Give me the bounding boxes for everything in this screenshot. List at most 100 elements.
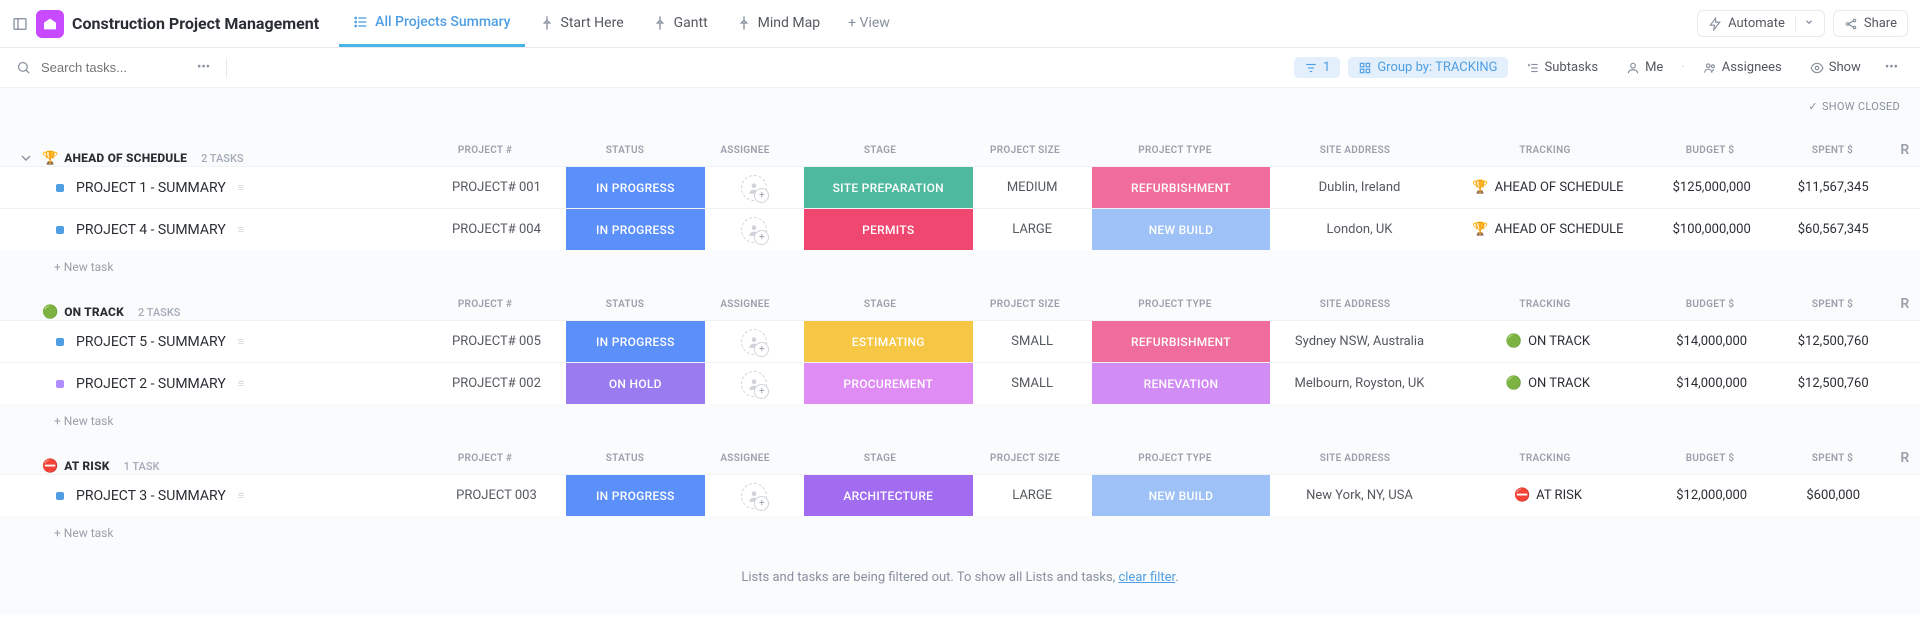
site-cell[interactable]: Dublin, Ireland xyxy=(1270,167,1449,208)
table-row[interactable]: PROJECT 3 - SUMMARY ≡ PROJECT 003 IN PRO… xyxy=(0,474,1920,516)
project-number[interactable]: PROJECT# 005 xyxy=(427,321,566,362)
col-size[interactable]: PROJECT SIZE xyxy=(965,453,1085,464)
tracking-cell[interactable]: 🟢ON TRACK xyxy=(1449,363,1647,404)
more-icon[interactable]: ••• xyxy=(191,60,216,75)
col-tracking[interactable]: TRACKING xyxy=(1445,453,1645,464)
col-r[interactable]: R xyxy=(1890,142,1920,158)
tracking-cell[interactable]: 🏆AHEAD OF SCHEDULE xyxy=(1449,167,1647,208)
tracking-cell[interactable]: 🏆AHEAD OF SCHEDULE xyxy=(1449,209,1647,250)
clear-filter-link[interactable]: clear filter xyxy=(1118,570,1175,585)
task-name[interactable]: PROJECT 2 - SUMMARY xyxy=(76,376,226,392)
col-budget[interactable]: BUDGET $ xyxy=(1645,453,1775,464)
add-assignee-icon[interactable] xyxy=(741,371,767,397)
col-size[interactable]: PROJECT SIZE xyxy=(965,299,1085,310)
col-size[interactable]: PROJECT SIZE xyxy=(965,145,1085,156)
chevron-down-icon[interactable] xyxy=(1795,16,1814,31)
me-pill[interactable]: Me xyxy=(1616,57,1673,78)
status-cell[interactable]: IN PROGRESS xyxy=(566,209,705,250)
add-assignee-icon[interactable] xyxy=(741,483,767,509)
assignees-pill[interactable]: Assignees xyxy=(1693,57,1792,78)
stage-cell[interactable]: ESTIMATING xyxy=(804,321,973,362)
col-project[interactable]: PROJECT # xyxy=(415,299,555,310)
stage-cell[interactable]: ARCHITECTURE xyxy=(804,475,973,516)
group-title[interactable]: AHEAD OF SCHEDULE xyxy=(64,151,187,165)
add-view-button[interactable]: + View xyxy=(834,0,904,47)
col-assignee[interactable]: ASSIGNEE xyxy=(695,299,795,310)
chevron-down-icon[interactable] xyxy=(18,150,34,166)
col-stage[interactable]: STAGE xyxy=(795,299,965,310)
col-spent[interactable]: SPENT $ xyxy=(1775,453,1890,464)
col-site[interactable]: SITE ADDRESS xyxy=(1265,453,1445,464)
col-r[interactable]: R xyxy=(1890,450,1920,466)
stage-cell[interactable]: PROCUREMENT xyxy=(804,363,973,404)
status-cell[interactable]: IN PROGRESS xyxy=(566,321,705,362)
assignee-cell[interactable] xyxy=(705,321,804,362)
stage-cell[interactable]: PERMITS xyxy=(804,209,973,250)
col-status[interactable]: STATUS xyxy=(555,299,695,310)
col-status[interactable]: STATUS xyxy=(555,453,695,464)
subtasks-pill[interactable]: Subtasks xyxy=(1516,57,1609,78)
type-cell[interactable]: RENEVATION xyxy=(1092,363,1271,404)
task-name[interactable]: PROJECT 4 - SUMMARY xyxy=(76,222,226,238)
col-type[interactable]: PROJECT TYPE xyxy=(1085,145,1265,156)
col-r[interactable]: R xyxy=(1890,296,1920,312)
project-number[interactable]: PROJECT# 002 xyxy=(427,363,566,404)
show-pill[interactable]: Show xyxy=(1800,57,1871,78)
spent-cell[interactable]: $600,000 xyxy=(1776,475,1890,516)
col-stage[interactable]: STAGE xyxy=(795,453,965,464)
type-cell[interactable]: NEW BUILD xyxy=(1092,475,1271,516)
size-cell[interactable]: MEDIUM xyxy=(973,167,1092,208)
col-assignee[interactable]: ASSIGNEE xyxy=(695,145,795,156)
assignee-cell[interactable] xyxy=(705,363,804,404)
new-task-button[interactable]: + New task xyxy=(0,516,1920,544)
group-title[interactable]: AT RISK xyxy=(64,459,109,473)
new-task-button[interactable]: + New task xyxy=(0,250,1920,278)
table-row[interactable]: PROJECT 5 - SUMMARY ≡ PROJECT# 005 IN PR… xyxy=(0,320,1920,362)
assignee-cell[interactable] xyxy=(705,209,804,250)
tracking-cell[interactable]: ⛔AT RISK xyxy=(1449,475,1647,516)
drag-handle-icon[interactable]: ≡ xyxy=(238,377,245,390)
new-task-button[interactable]: + New task xyxy=(0,404,1920,432)
drag-handle-icon[interactable]: ≡ xyxy=(238,223,245,236)
site-cell[interactable]: London, UK xyxy=(1270,209,1449,250)
size-cell[interactable]: SMALL xyxy=(973,363,1092,404)
col-stage[interactable]: STAGE xyxy=(795,145,965,156)
search-input[interactable] xyxy=(41,60,181,75)
show-closed-button[interactable]: SHOW CLOSED xyxy=(1822,100,1900,113)
col-project[interactable]: PROJECT # xyxy=(415,453,555,464)
task-name[interactable]: PROJECT 1 - SUMMARY xyxy=(76,180,226,196)
group-title[interactable]: ON TRACK xyxy=(64,305,124,319)
col-type[interactable]: PROJECT TYPE xyxy=(1085,453,1265,464)
site-cell[interactable]: New York, NY, USA xyxy=(1270,475,1449,516)
share-button[interactable]: Share xyxy=(1833,10,1908,37)
type-cell[interactable]: NEW BUILD xyxy=(1092,209,1271,250)
col-budget[interactable]: BUDGET $ xyxy=(1645,145,1775,156)
drag-handle-icon[interactable]: ≡ xyxy=(238,489,245,502)
groupby-pill[interactable]: Group by: TRACKING xyxy=(1348,57,1507,78)
col-type[interactable]: PROJECT TYPE xyxy=(1085,299,1265,310)
stage-cell[interactable]: SITE PREPARATION xyxy=(804,167,973,208)
col-budget[interactable]: BUDGET $ xyxy=(1645,299,1775,310)
budget-cell[interactable]: $14,000,000 xyxy=(1647,363,1776,404)
add-assignee-icon[interactable] xyxy=(741,217,767,243)
site-cell[interactable]: Melbourn, Royston, UK xyxy=(1270,363,1449,404)
col-site[interactable]: SITE ADDRESS xyxy=(1265,145,1445,156)
assignee-cell[interactable] xyxy=(705,167,804,208)
tracking-cell[interactable]: 🟢ON TRACK xyxy=(1449,321,1647,362)
spent-cell[interactable]: $60,567,345 xyxy=(1776,209,1890,250)
col-tracking[interactable]: TRACKING xyxy=(1445,145,1645,156)
tab-start-here[interactable]: Start Here xyxy=(525,0,638,47)
tab-gantt[interactable]: Gantt xyxy=(638,0,722,47)
status-cell[interactable]: IN PROGRESS xyxy=(566,167,705,208)
col-tracking[interactable]: TRACKING xyxy=(1445,299,1645,310)
table-row[interactable]: PROJECT 4 - SUMMARY ≡ PROJECT# 004 IN PR… xyxy=(0,208,1920,250)
project-number[interactable]: PROJECT 003 xyxy=(427,475,566,516)
col-status[interactable]: STATUS xyxy=(555,145,695,156)
spent-cell[interactable]: $11,567,345 xyxy=(1776,167,1890,208)
search-icon[interactable] xyxy=(16,60,31,75)
type-cell[interactable]: REFURBISHMENT xyxy=(1092,167,1271,208)
task-name[interactable]: PROJECT 5 - SUMMARY xyxy=(76,334,226,350)
table-row[interactable]: PROJECT 1 - SUMMARY ≡ PROJECT# 001 IN PR… xyxy=(0,166,1920,208)
col-spent[interactable]: SPENT $ xyxy=(1775,299,1890,310)
col-project[interactable]: PROJECT # xyxy=(415,145,555,156)
